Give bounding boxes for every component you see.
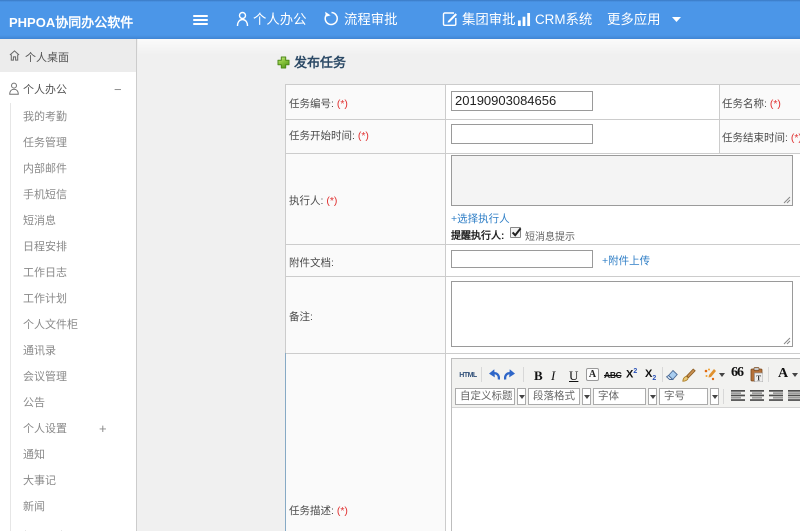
svg-text:T: T [756, 373, 761, 382]
